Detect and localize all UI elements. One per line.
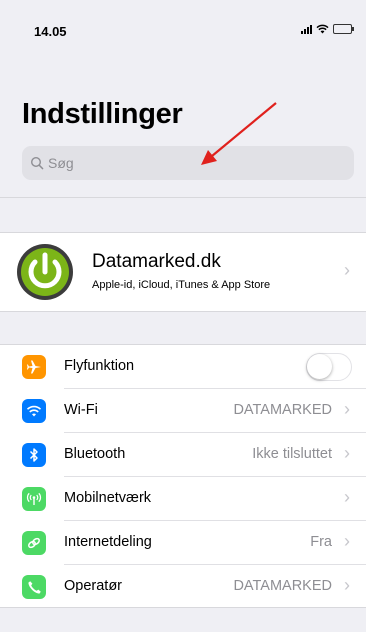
row-label: Mobilnetværk — [64, 490, 152, 506]
cellular-signal-icon — [301, 24, 312, 34]
link-icon — [22, 531, 46, 555]
settings-row-cellular[interactable]: Mobilnetværk › — [0, 477, 366, 521]
settings-row-bluetooth[interactable]: Bluetooth Ikke tilsluttet › — [0, 433, 366, 477]
row-value: DATAMARKED — [233, 402, 332, 418]
wifi-status-icon — [316, 24, 329, 34]
bluetooth-icon — [22, 443, 46, 467]
airplane-mode-toggle[interactable] — [306, 353, 352, 381]
settings-row-airplane[interactable]: Flyfunktion — [0, 345, 366, 389]
status-icons — [301, 24, 354, 34]
search-icon — [30, 156, 44, 170]
battery-icon — [333, 24, 354, 34]
settings-row-hotspot[interactable]: Internetdeling Fra › — [0, 521, 366, 565]
chevron-right-icon: › — [344, 531, 350, 551]
status-bar: 14.05 — [0, 0, 366, 56]
status-time: 14.05 — [34, 24, 67, 39]
row-value: Ikke tilsluttet — [252, 446, 332, 462]
row-label: Operatør — [64, 578, 123, 594]
search-input[interactable]: Søg — [22, 146, 354, 180]
row-value: Fra — [310, 534, 332, 550]
settings-row-wifi[interactable]: Wi-Fi DATAMARKED › — [0, 389, 366, 433]
settings-row-carrier[interactable]: Operatør DATAMARKED › — [0, 565, 366, 609]
account-row[interactable]: Datamarked.dk Apple-id, iCloud, iTunes &… — [0, 232, 366, 312]
search-placeholder: Søg — [48, 155, 74, 171]
row-label: Bluetooth — [64, 446, 126, 462]
chevron-right-icon: › — [344, 260, 350, 280]
settings-group: Flyfunktion Wi-Fi DATAMARKED › Bluetooth… — [0, 344, 366, 608]
toggle-knob — [307, 354, 332, 379]
chevron-right-icon: › — [344, 399, 350, 419]
antenna-icon — [22, 487, 46, 511]
row-label: Wi-Fi — [64, 402, 98, 418]
row-label: Internetdeling — [64, 534, 152, 550]
chevron-right-icon: › — [344, 487, 350, 507]
chevron-right-icon: › — [344, 443, 350, 463]
chevron-right-icon: › — [344, 575, 350, 595]
account-subtitle: Apple-id, iCloud, iTunes & App Store — [92, 279, 271, 291]
power-logo-icon — [17, 244, 73, 300]
page-title: Indstillinger — [22, 98, 183, 130]
airplane-icon — [22, 355, 46, 379]
row-label: Flyfunktion — [64, 358, 135, 374]
section-divider — [0, 197, 366, 198]
phone-icon — [22, 575, 46, 599]
account-name: Datamarked.dk — [92, 251, 221, 272]
row-value: DATAMARKED — [233, 578, 332, 594]
wifi-icon — [22, 399, 46, 423]
